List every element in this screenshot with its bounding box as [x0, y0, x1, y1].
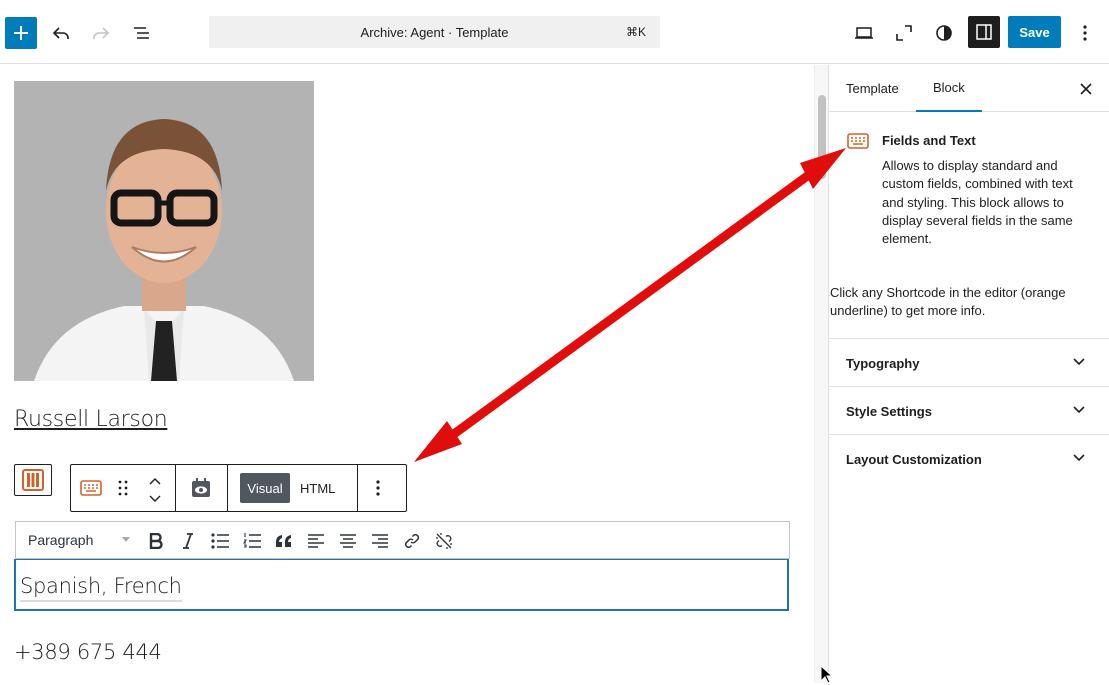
- block-type-button[interactable]: [80, 478, 102, 503]
- block-card-icon: [847, 131, 869, 156]
- settings-sidebar-toggle[interactable]: [968, 16, 1000, 48]
- insert-link-button[interactable]: [401, 530, 423, 552]
- chevron-down-icon: [149, 495, 161, 502]
- plus-icon: [14, 26, 28, 40]
- panel-title: Layout Customization: [846, 452, 982, 467]
- mouse-cursor-icon: [820, 665, 834, 684]
- laptop-icon: [855, 27, 873, 39]
- numbered-list-icon: [243, 533, 261, 548]
- drag-handle-icon: [118, 480, 128, 496]
- redo-icon: [93, 27, 110, 39]
- panel-title: Style Settings: [846, 404, 932, 419]
- more-vertical-icon: [1083, 25, 1087, 41]
- chevron-down-icon: [1072, 354, 1086, 373]
- blockquote-button[interactable]: [273, 530, 295, 552]
- move-up-button[interactable]: [148, 473, 162, 491]
- format-select-caret-icon: [122, 537, 130, 542]
- block-card-title: Fields and Text: [882, 133, 976, 148]
- editor-header: Archive: Agent · Template ⌘K Save: [0, 0, 1109, 64]
- close-sidebar-button[interactable]: [1074, 77, 1098, 101]
- editor-content[interactable]: Spanish, French: [20, 574, 182, 602]
- command-palette[interactable]: Archive: Agent · Template ⌘K: [209, 16, 660, 48]
- sidebar-icon: [976, 24, 992, 40]
- block-toolbar-group: Visual HTML: [228, 465, 358, 511]
- options-button[interactable]: [1069, 17, 1101, 49]
- scrollbar-thumb[interactable]: [818, 95, 826, 179]
- block-options-button[interactable]: [375, 479, 381, 502]
- drag-handle[interactable]: [117, 480, 129, 501]
- list-view-icon: [134, 27, 149, 39]
- fields-text-editor[interactable]: Spanish, French: [14, 559, 789, 611]
- italic-icon: [183, 533, 193, 549]
- format-toolbar: Paragraph: [15, 521, 790, 559]
- agent-photo[interactable]: [14, 81, 314, 381]
- italic-button[interactable]: [177, 530, 199, 552]
- bold-icon: [149, 533, 163, 549]
- contrast-icon: [936, 25, 952, 41]
- redo-button[interactable]: [85, 17, 117, 49]
- numbered-list-button[interactable]: [241, 530, 263, 552]
- unlink-icon: [436, 533, 452, 549]
- agent-name-link[interactable]: Russell Larson: [14, 407, 168, 432]
- styles-button[interactable]: [928, 17, 960, 49]
- add-block-button[interactable]: [5, 17, 37, 49]
- select-parent-block-button[interactable]: [14, 464, 52, 496]
- save-button[interactable]: Save: [1008, 16, 1061, 48]
- remove-link-button[interactable]: [433, 530, 455, 552]
- tab-template[interactable]: Template: [846, 65, 899, 112]
- close-icon: [1080, 83, 1092, 95]
- align-center-button[interactable]: [337, 530, 359, 552]
- settings-sidebar: Template Block Fields and Text Allows to…: [828, 65, 1109, 683]
- format-select[interactable]: Paragraph: [28, 532, 93, 548]
- keyboard-icon: [80, 480, 102, 496]
- move-down-button[interactable]: [148, 491, 162, 509]
- shortcut-hint: ⌘K: [625, 25, 646, 39]
- eye-icon: [192, 478, 210, 497]
- document-overview-button[interactable]: [126, 17, 158, 49]
- bullet-list-icon: [211, 533, 229, 549]
- chevron-down-icon: [1072, 402, 1086, 421]
- bulleted-list-button[interactable]: [209, 530, 231, 552]
- preview-toggle-button[interactable]: [190, 477, 212, 504]
- panel-typography[interactable]: Typography: [829, 338, 1109, 386]
- align-right-icon: [372, 534, 388, 548]
- chevron-up-icon: [149, 478, 161, 485]
- panel-title: Typography: [846, 356, 920, 371]
- fullscreen-button[interactable]: [888, 17, 920, 49]
- block-toolbar-group: [71, 465, 176, 511]
- canvas-scrollbar[interactable]: [814, 65, 828, 683]
- undo-icon: [52, 27, 69, 39]
- chevron-down-icon: [1072, 450, 1086, 469]
- more-vertical-icon: [376, 480, 380, 496]
- columns-icon: [22, 469, 44, 491]
- quote-icon: [276, 535, 291, 547]
- link-icon: [404, 533, 420, 549]
- editor-canvas: Russell Larson Visual HTML Paragraph Spa…: [0, 65, 828, 683]
- agent-phone: +389 675 444: [14, 640, 162, 664]
- align-center-icon: [340, 534, 356, 548]
- view-desktop-button[interactable]: [848, 17, 880, 49]
- document-title: Archive: Agent · Template: [360, 24, 509, 40]
- undo-button[interactable]: [45, 17, 77, 49]
- expand-icon: [896, 25, 912, 41]
- block-toolbar: Visual HTML: [70, 464, 407, 512]
- panel-layout-customization[interactable]: Layout Customization: [829, 434, 1109, 482]
- bold-button[interactable]: [145, 530, 167, 552]
- block-card-description: Allows to display standard and custom fi…: [882, 158, 1073, 247]
- sidebar-tabs: Template Block: [829, 65, 1109, 112]
- shortcode-hint: Click any Shortcode in the editor (orang…: [830, 285, 1066, 319]
- tab-block[interactable]: Block: [916, 65, 982, 112]
- html-mode-button[interactable]: HTML: [300, 473, 335, 503]
- block-toolbar-group: [176, 465, 228, 511]
- align-left-button[interactable]: [305, 530, 327, 552]
- panel-style-settings[interactable]: Style Settings: [829, 386, 1109, 434]
- align-left-icon: [308, 534, 324, 548]
- align-right-button[interactable]: [369, 530, 391, 552]
- visual-mode-button[interactable]: Visual: [240, 473, 290, 503]
- agent-portrait-image: [14, 81, 314, 381]
- keyboard-icon: [847, 133, 869, 149]
